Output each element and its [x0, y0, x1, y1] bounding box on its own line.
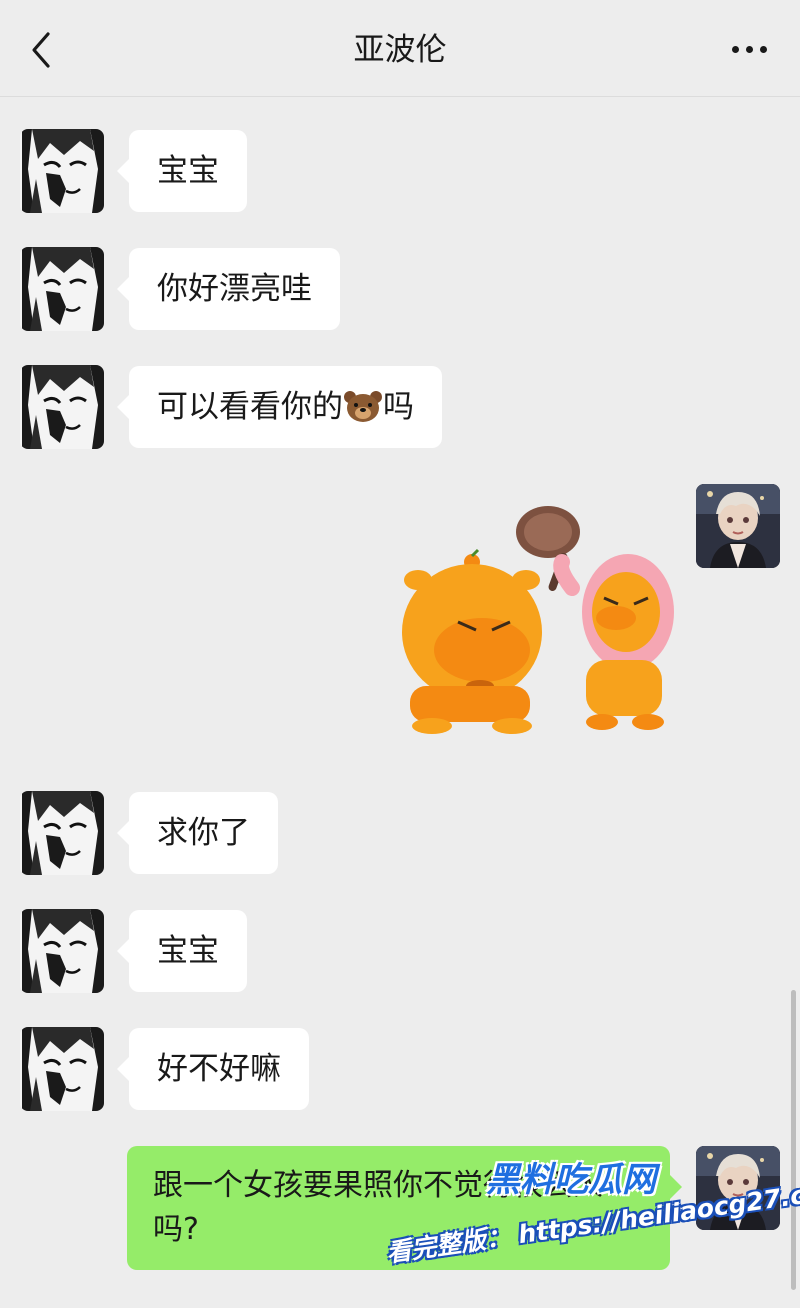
my-avatar[interactable] [696, 484, 780, 568]
message-bubble[interactable]: 宝宝 [117, 130, 247, 212]
contact-avatar[interactable] [20, 365, 104, 449]
chat-scrollbar[interactable] [791, 990, 796, 1290]
message-bubble[interactable]: 你好漂亮哇 [117, 248, 340, 330]
message-text-after: 吗 [383, 389, 414, 425]
bear-face-icon [343, 372, 383, 422]
my-avatar[interactable] [696, 1146, 780, 1230]
contact-avatar[interactable] [20, 791, 104, 875]
contact-avatar[interactable] [20, 909, 104, 993]
message-bubble[interactable]: 宝宝 [117, 910, 247, 992]
contact-avatar[interactable] [20, 247, 104, 331]
contact-avatar[interactable] [20, 129, 104, 213]
more-options-icon[interactable] [730, 36, 770, 64]
my-message-bubble[interactable]: 跟一个女孩要果照你不觉得很丢人吗? [127, 1146, 682, 1270]
message-text: 宝宝 [157, 153, 219, 189]
message-text: 好不好嘛 [157, 1051, 281, 1087]
message-bubble[interactable]: 好不好嘛 [117, 1028, 309, 1110]
message-text: 可以看看你的 [157, 389, 343, 425]
message-text: 求你了 [157, 815, 250, 851]
message-text: 宝宝 [157, 933, 219, 969]
message-text: 跟一个女孩要果照你不觉得很丢人吗? [153, 1168, 603, 1247]
chat-title: 亚波伦 [353, 32, 447, 68]
message-bubble[interactable]: 求你了 [117, 792, 278, 874]
message-bubble[interactable]: 可以看看你的 吗 [117, 366, 442, 448]
contact-avatar[interactable] [20, 1027, 104, 1111]
sticker-message[interactable] [396, 500, 676, 736]
message-text: 你好漂亮哇 [157, 271, 312, 307]
chat-header: 亚波伦 [0, 0, 800, 97]
